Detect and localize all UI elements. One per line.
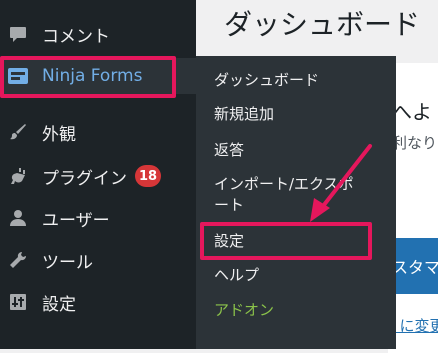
admin-sidebar: コメント Ninja Forms 外観 プラグイン 18 ユーザー ツール 設定 [0, 0, 196, 349]
sidebar-item-users[interactable]: ユーザー [0, 200, 196, 236]
comment-icon [4, 24, 32, 44]
sidebar-item-label: プラグイン [42, 168, 127, 189]
change-theme-link[interactable]: ﾞに変更 [392, 315, 438, 336]
sidebar-item-label: 外観 [42, 124, 76, 145]
sidebar-item-plugins[interactable]: プラグイン 18 [0, 158, 196, 194]
submenu-item-help[interactable]: ヘルプ [214, 265, 259, 286]
sidebar-item-appearance[interactable]: 外観 [0, 114, 196, 150]
sidebar-item-settings[interactable]: 設定 [0, 284, 196, 320]
plugin-icon [4, 166, 32, 186]
update-count-badge: 18 [135, 165, 161, 187]
pointer-arrow-icon [310, 144, 372, 222]
welcome-subtext: 利なり [392, 134, 438, 152]
submenu-item-add-new[interactable]: 新規追加 [214, 104, 274, 125]
page-title: ダッシュボード [224, 8, 421, 41]
sidebar-item-label: 設定 [42, 294, 76, 315]
sidebar-item-label: コメント [42, 26, 110, 47]
ninja-forms-highlight [0, 56, 176, 98]
welcome-heading: へよ [392, 100, 432, 124]
sidebar-item-comments[interactable]: コメント [0, 16, 196, 52]
paint-brush-icon [4, 122, 32, 142]
wrench-icon [4, 250, 32, 270]
submenu-item-submissions[interactable]: 返答 [214, 140, 244, 161]
settings-icon [4, 292, 32, 312]
sidebar-item-label: ツール [42, 252, 93, 273]
user-icon [4, 208, 32, 228]
sidebar-item-tools[interactable]: ツール [0, 242, 196, 278]
submenu-item-addons[interactable]: アドオン [214, 300, 274, 321]
submenu-item-dashboard[interactable]: ダッシュボード [214, 70, 319, 91]
sidebar-item-label: ユーザー [42, 210, 110, 231]
